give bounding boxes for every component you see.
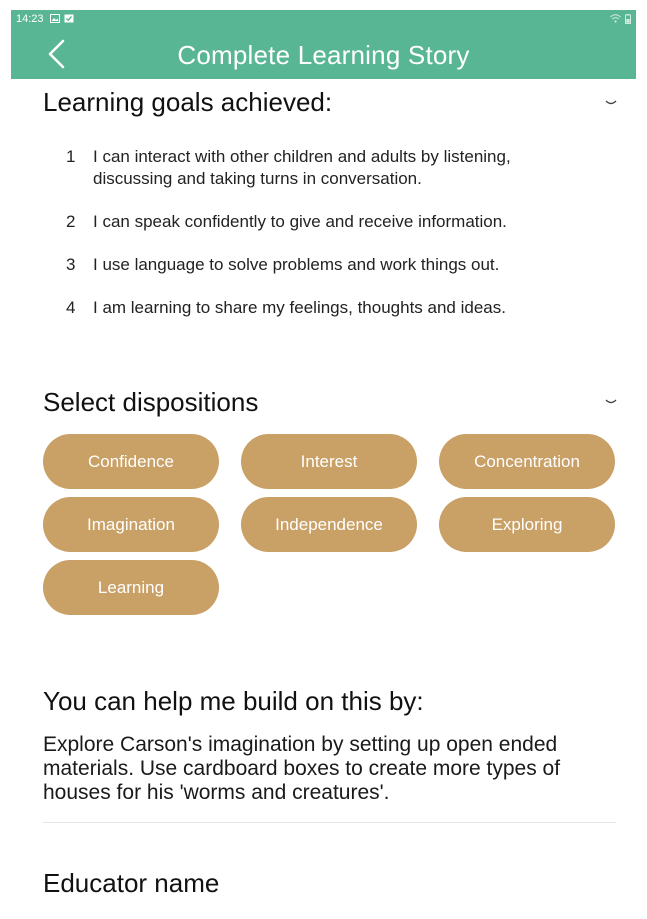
goal-number: 2 [66,212,76,231]
check-notification-icon [64,14,74,23]
chip-confidence[interactable]: Confidence [43,434,219,489]
goal-number: 3 [66,255,76,274]
goal-item: 1 I can interact with other children and… [66,146,566,190]
goals-collapse-icon[interactable] [605,99,617,107]
page-title: Complete Learning Story [177,40,470,70]
image-notification-icon [49,14,60,23]
chip-exploring[interactable]: Exploring [439,497,615,552]
help-section-title: You can help me build on this by: [43,686,424,716]
goal-text: I am learning to share my feelings, thou… [93,298,506,317]
goal-text: I can interact with other children and a… [93,147,511,188]
help-text-field[interactable]: Explore Carson's imagination by setting … [43,733,623,805]
educator-section-title: Educator name [43,868,220,898]
goal-number: 1 [66,147,76,166]
chip-learning[interactable]: Learning [43,560,219,615]
goals-list: 1 I can interact with other children and… [66,146,566,340]
wifi-icon [610,14,621,23]
chip-interest[interactable]: Interest [241,434,417,489]
goal-text: I use language to solve problems and wor… [93,255,500,274]
header-bar: Complete Learning Story [11,27,636,79]
dispositions-collapse-icon[interactable] [605,398,617,406]
learning-story-screen: 14:23 Complete Learning Story Learning g… [0,0,647,919]
status-right-group [610,13,631,24]
chip-imagination[interactable]: Imagination [43,497,219,552]
help-divider [43,822,616,823]
chip-concentration[interactable]: Concentration [439,434,615,489]
status-bar: 14:23 [11,10,636,27]
battery-icon [625,13,631,24]
goal-item: 4 I am learning to share my feelings, th… [66,297,566,319]
goal-item: 3 I use language to solve problems and w… [66,254,566,276]
dispositions-section-title: Select dispositions [43,387,259,417]
chip-independence[interactable]: Independence [241,497,417,552]
goal-number: 4 [66,298,76,317]
goals-section-title: Learning goals achieved: [43,87,333,117]
goal-item: 2 I can speak confidently to give and re… [66,211,566,233]
status-time: 14:23 [16,12,44,25]
goal-text: I can speak confidently to give and rece… [93,212,507,231]
